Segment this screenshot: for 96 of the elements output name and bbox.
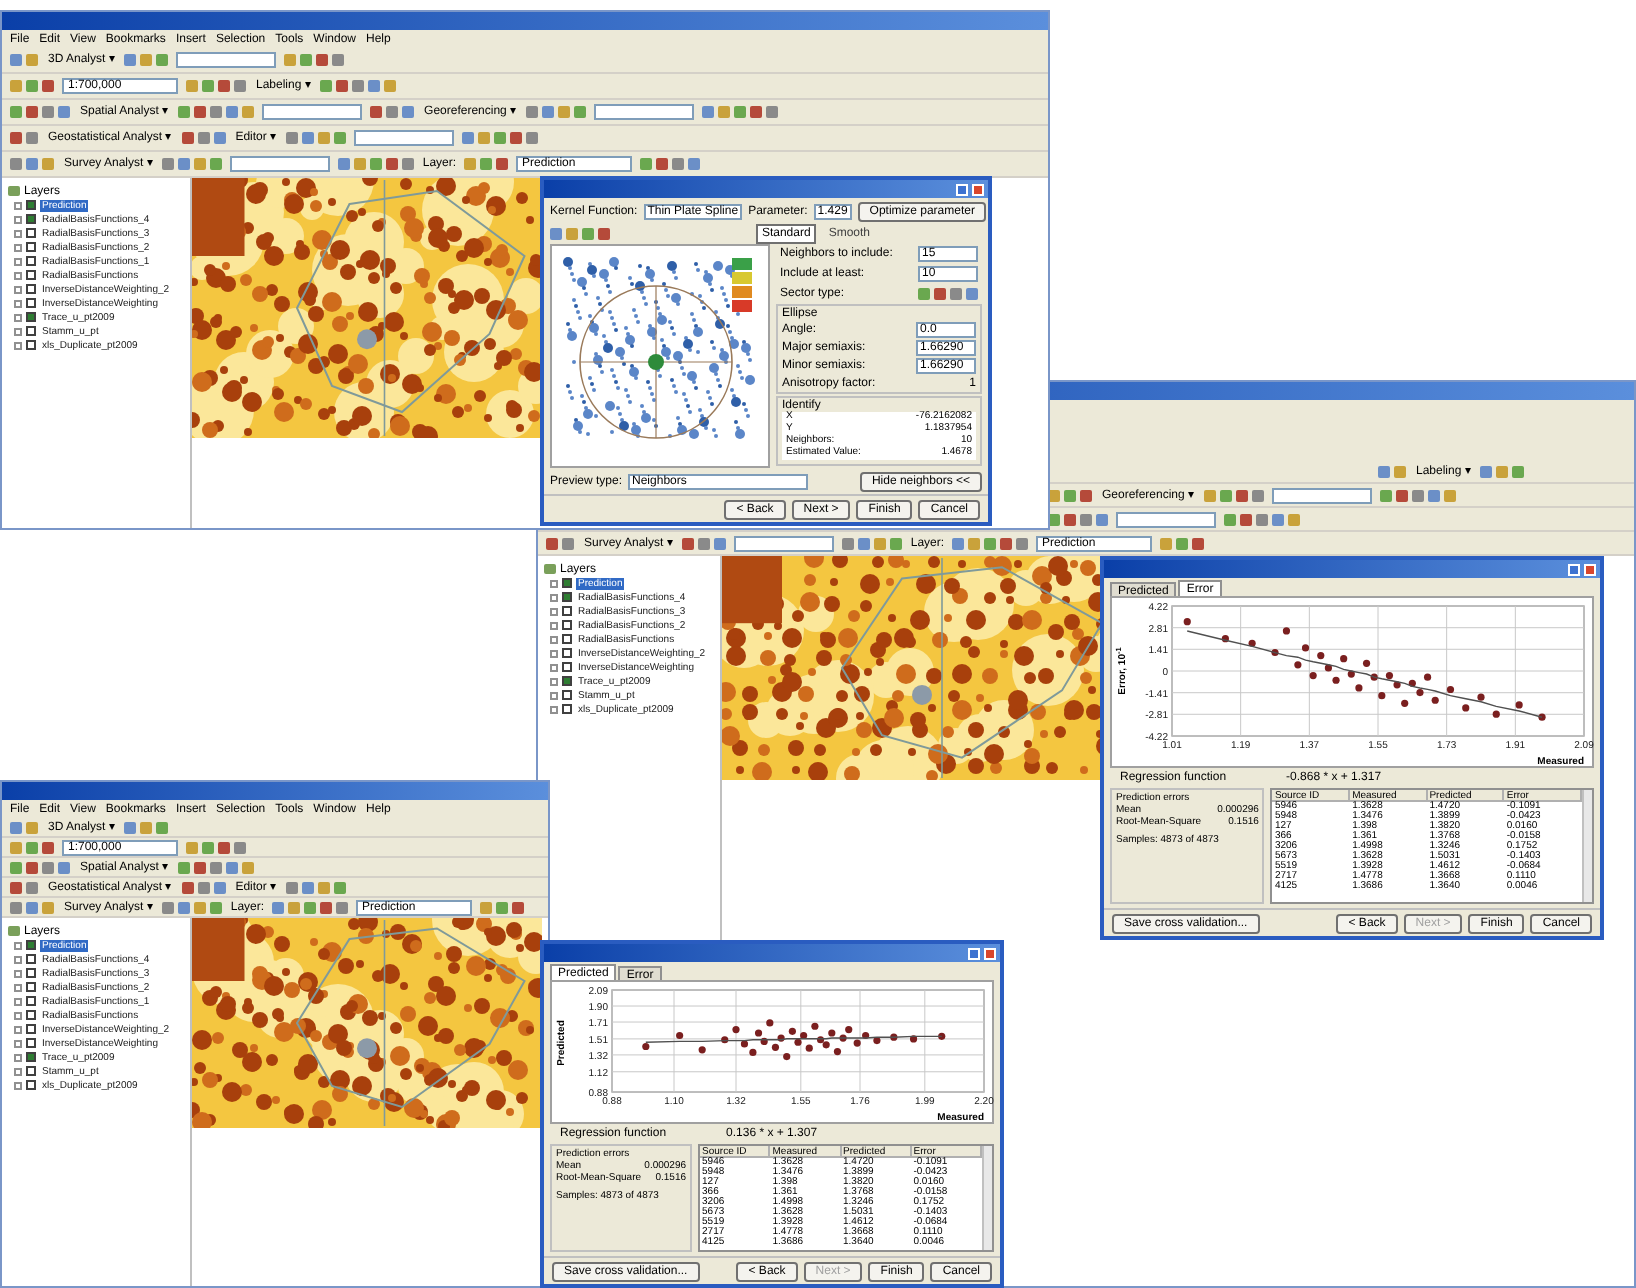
input-field[interactable] bbox=[354, 130, 455, 146]
data-point bbox=[1492, 710, 1500, 718]
checkbox[interactable] bbox=[26, 298, 36, 308]
data-point bbox=[1332, 676, 1340, 684]
checkbox[interactable] bbox=[26, 1024, 36, 1034]
checkbox[interactable] bbox=[26, 940, 36, 950]
checkbox[interactable] bbox=[26, 996, 36, 1006]
input-field[interactable] bbox=[734, 535, 835, 551]
data-point bbox=[938, 1032, 946, 1040]
scrollbar[interactable] bbox=[1582, 790, 1592, 902]
data-point bbox=[811, 1022, 819, 1030]
checkbox[interactable] bbox=[26, 968, 36, 978]
data-point bbox=[732, 1026, 740, 1034]
checkbox[interactable] bbox=[26, 954, 36, 964]
data-point bbox=[1271, 648, 1279, 657]
checkbox[interactable] bbox=[26, 982, 36, 992]
data-point bbox=[1401, 699, 1409, 707]
help-icon[interactable] bbox=[1568, 563, 1580, 575]
data-point bbox=[766, 1019, 774, 1027]
city-area bbox=[357, 329, 377, 350]
input-field[interactable] bbox=[176, 52, 277, 68]
data-point bbox=[676, 1031, 684, 1040]
data-point bbox=[1317, 652, 1325, 660]
scrollbar[interactable] bbox=[982, 1146, 992, 1250]
data-point bbox=[873, 1037, 881, 1045]
input-field[interactable] bbox=[1272, 487, 1373, 503]
close-icon[interactable] bbox=[972, 183, 984, 195]
data-point bbox=[721, 1036, 729, 1044]
data-point bbox=[1538, 713, 1546, 721]
checkbox[interactable] bbox=[26, 326, 36, 336]
checkbox[interactable] bbox=[562, 620, 572, 630]
data-point bbox=[833, 1047, 842, 1056]
data-point bbox=[1294, 661, 1302, 669]
data-point bbox=[1248, 639, 1256, 647]
checkbox[interactable] bbox=[26, 256, 36, 266]
data-point bbox=[1347, 670, 1355, 678]
checkbox[interactable] bbox=[26, 200, 36, 210]
data-point bbox=[783, 1053, 791, 1061]
data-point bbox=[1221, 635, 1229, 643]
data-point bbox=[1370, 673, 1378, 681]
checkbox[interactable] bbox=[26, 228, 36, 238]
data-point bbox=[1183, 618, 1191, 626]
data-point bbox=[1324, 664, 1332, 672]
data-point bbox=[1282, 627, 1291, 635]
data-point bbox=[890, 1033, 898, 1041]
data-point bbox=[1340, 655, 1348, 663]
data-point bbox=[828, 1029, 836, 1037]
data-point bbox=[1301, 644, 1310, 652]
close-icon[interactable] bbox=[984, 947, 996, 959]
close-icon[interactable] bbox=[1584, 563, 1596, 575]
data-point bbox=[1309, 672, 1317, 680]
help-icon[interactable] bbox=[968, 947, 980, 959]
data-point bbox=[1462, 704, 1470, 712]
city-area bbox=[912, 684, 932, 705]
checkbox[interactable] bbox=[562, 662, 572, 672]
checkbox[interactable] bbox=[26, 214, 36, 224]
data-point bbox=[1424, 673, 1432, 681]
data-point bbox=[1355, 684, 1363, 692]
checkbox[interactable] bbox=[26, 1066, 36, 1076]
input-field[interactable] bbox=[594, 104, 695, 120]
checkbox[interactable] bbox=[26, 1080, 36, 1090]
input-field[interactable] bbox=[1116, 511, 1216, 527]
checkbox[interactable] bbox=[562, 592, 572, 602]
checkbox[interactable] bbox=[26, 1010, 36, 1020]
data-point bbox=[909, 1035, 918, 1043]
checkbox[interactable] bbox=[562, 634, 572, 644]
data-point bbox=[1378, 692, 1386, 700]
data-point bbox=[1446, 685, 1455, 694]
checkbox[interactable] bbox=[26, 1052, 36, 1062]
data-point bbox=[788, 1027, 796, 1035]
help-icon[interactable] bbox=[956, 183, 968, 195]
city-area bbox=[357, 1038, 377, 1059]
data-point bbox=[642, 1042, 650, 1051]
checkbox[interactable] bbox=[26, 312, 36, 322]
checkbox[interactable] bbox=[26, 1038, 36, 1048]
layers-icon bbox=[544, 564, 556, 574]
checkbox[interactable] bbox=[562, 704, 572, 714]
data-point bbox=[1362, 659, 1371, 667]
data-point bbox=[698, 1046, 706, 1054]
checkbox[interactable] bbox=[562, 606, 572, 616]
checkbox[interactable] bbox=[562, 690, 572, 700]
layers-icon bbox=[8, 186, 20, 196]
checkbox[interactable] bbox=[562, 648, 572, 658]
checkbox[interactable] bbox=[26, 284, 36, 294]
data-point bbox=[1431, 696, 1439, 704]
checkbox[interactable] bbox=[562, 578, 572, 588]
data-point bbox=[1515, 701, 1523, 709]
checkbox[interactable] bbox=[562, 676, 572, 686]
checkbox[interactable] bbox=[26, 270, 36, 280]
layers-icon bbox=[8, 926, 20, 936]
checkbox[interactable] bbox=[26, 340, 36, 350]
data-point bbox=[805, 1044, 813, 1052]
input-field[interactable] bbox=[262, 104, 363, 120]
data-point bbox=[1477, 693, 1485, 701]
checkbox[interactable] bbox=[26, 242, 36, 252]
input-field[interactable] bbox=[230, 156, 331, 172]
